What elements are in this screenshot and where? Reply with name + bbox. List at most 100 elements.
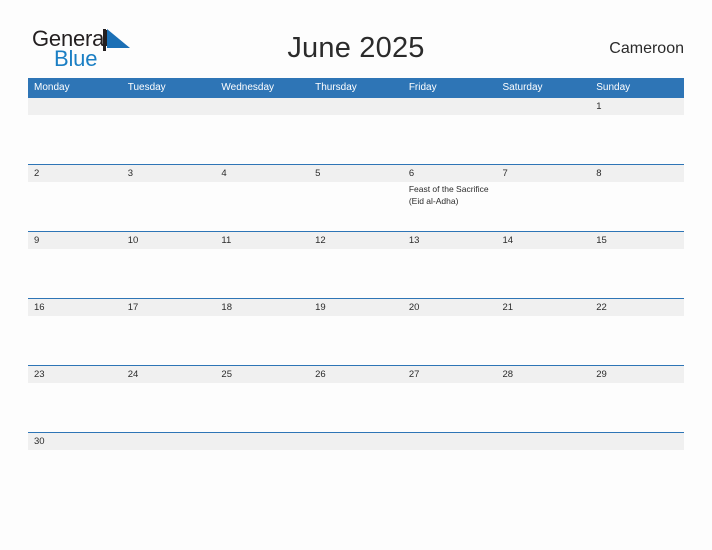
day-cell[interactable] bbox=[590, 433, 684, 499]
week-row: 16 17 18 19 20 21 22 bbox=[28, 298, 684, 365]
day-number: 7 bbox=[502, 168, 508, 179]
day-number bbox=[315, 98, 398, 115]
day-cell[interactable]: 17 bbox=[122, 299, 216, 365]
day-number: 13 bbox=[408, 235, 420, 246]
day-cell[interactable]: 16 bbox=[28, 299, 122, 365]
page-title: June 2025 bbox=[287, 32, 425, 64]
day-cell[interactable]: 19 bbox=[309, 299, 403, 365]
day-number: 17 bbox=[127, 302, 139, 313]
day-cell[interactable]: 9 bbox=[28, 232, 122, 298]
day-cell[interactable]: 11 bbox=[215, 232, 309, 298]
day-cell[interactable] bbox=[403, 98, 497, 164]
day-cell[interactable]: 23 bbox=[28, 366, 122, 432]
day-cell[interactable] bbox=[309, 433, 403, 499]
day-cell[interactable]: 5 bbox=[309, 165, 403, 231]
day-cell[interactable]: 27 bbox=[403, 366, 497, 432]
day-cell[interactable] bbox=[122, 98, 216, 164]
weekday-header-thursday: Thursday bbox=[315, 82, 357, 93]
day-number: 16 bbox=[34, 302, 45, 313]
day-cell-with-event[interactable]: 6 Feast of the Sacrifice (Eid al-Adha) bbox=[403, 165, 497, 231]
day-cell[interactable]: 10 bbox=[122, 232, 216, 298]
day-number bbox=[34, 98, 117, 115]
day-cell[interactable] bbox=[215, 98, 309, 164]
day-number bbox=[409, 433, 492, 450]
day-number: 28 bbox=[502, 369, 514, 380]
day-number: 2 bbox=[34, 168, 40, 179]
week-row: 9 10 11 12 13 14 15 bbox=[28, 231, 684, 298]
week-row: 30 bbox=[28, 432, 684, 499]
day-number: 8 bbox=[596, 168, 602, 179]
day-number: 27 bbox=[408, 369, 420, 380]
day-cell[interactable]: 26 bbox=[309, 366, 403, 432]
day-number bbox=[128, 433, 211, 450]
day-cell[interactable]: 21 bbox=[497, 299, 591, 365]
day-number: 14 bbox=[502, 235, 514, 246]
day-cell[interactable]: 15 bbox=[590, 232, 684, 298]
day-cell[interactable] bbox=[215, 433, 309, 499]
day-number bbox=[315, 433, 398, 450]
day-number: 26 bbox=[315, 369, 326, 380]
day-number: 3 bbox=[127, 168, 133, 179]
day-number: 25 bbox=[221, 369, 232, 380]
day-cell[interactable] bbox=[28, 98, 122, 164]
day-number: 15 bbox=[596, 235, 607, 246]
day-cell[interactable]: 30 bbox=[28, 433, 122, 499]
day-number: 6 bbox=[408, 168, 415, 179]
day-number: 5 bbox=[315, 168, 321, 179]
day-cell[interactable]: 24 bbox=[122, 366, 216, 432]
country-label: Cameroon bbox=[609, 40, 684, 57]
week-row: 1 bbox=[28, 97, 684, 164]
day-cell[interactable] bbox=[403, 433, 497, 499]
day-number: 11 bbox=[221, 235, 232, 246]
day-cell[interactable]: 7 bbox=[497, 165, 591, 231]
weekday-header-monday: Monday bbox=[34, 82, 70, 93]
day-number bbox=[503, 98, 586, 115]
day-cell[interactable]: 29 bbox=[590, 366, 684, 432]
weekday-header-friday: Friday bbox=[408, 82, 437, 93]
day-cell[interactable]: 22 bbox=[590, 299, 684, 365]
day-cell[interactable]: 28 bbox=[497, 366, 591, 432]
day-cell[interactable] bbox=[497, 98, 591, 164]
weekday-header-wednesday: Wednesday bbox=[221, 82, 275, 93]
day-number: 12 bbox=[315, 235, 326, 246]
day-number: 23 bbox=[34, 369, 45, 380]
week-row: 23 24 25 26 27 28 29 bbox=[28, 365, 684, 432]
day-number: 9 bbox=[34, 235, 40, 246]
day-number bbox=[503, 433, 586, 450]
weekday-header-row: Monday Tuesday Wednesday Thursday Friday… bbox=[28, 78, 684, 97]
day-number bbox=[221, 433, 304, 450]
day-number: 22 bbox=[596, 302, 607, 313]
day-cell[interactable]: 2 bbox=[28, 165, 122, 231]
day-cell[interactable]: 13 bbox=[403, 232, 497, 298]
day-cell[interactable]: 8 bbox=[590, 165, 684, 231]
day-cell[interactable]: 25 bbox=[215, 366, 309, 432]
day-number: 20 bbox=[408, 302, 420, 313]
day-cell[interactable]: 14 bbox=[497, 232, 591, 298]
day-number bbox=[409, 98, 492, 115]
calendar-grid: Monday Tuesday Wednesday Thursday Friday… bbox=[28, 78, 684, 499]
day-cell[interactable] bbox=[497, 433, 591, 499]
weekday-header-sunday: Sunday bbox=[596, 82, 631, 93]
day-event: Feast of the Sacrifice (Eid al-Adha) bbox=[408, 184, 489, 206]
day-number: 19 bbox=[315, 302, 326, 313]
day-cell[interactable]: 12 bbox=[309, 232, 403, 298]
day-cell[interactable]: 4 bbox=[215, 165, 309, 231]
day-cell[interactable] bbox=[309, 98, 403, 164]
week-row: 2 3 4 5 6 Feast of the Sacrifice (Eid al-… bbox=[28, 164, 684, 231]
day-number bbox=[128, 98, 211, 115]
day-cell[interactable]: 1 bbox=[590, 98, 684, 164]
day-number: 4 bbox=[221, 168, 227, 179]
day-cell[interactable] bbox=[122, 433, 216, 499]
day-number: 1 bbox=[596, 101, 602, 112]
day-number bbox=[221, 98, 304, 115]
weekday-header-tuesday: Tuesday bbox=[127, 82, 166, 93]
day-cell[interactable]: 3 bbox=[122, 165, 216, 231]
day-cell[interactable]: 18 bbox=[215, 299, 309, 365]
day-number: 29 bbox=[596, 369, 607, 380]
day-cell[interactable]: 20 bbox=[403, 299, 497, 365]
day-number: 21 bbox=[502, 302, 514, 313]
day-number: 18 bbox=[221, 302, 232, 313]
weekday-header-saturday: Saturday bbox=[502, 82, 543, 93]
page-header: General Blue June 2025 Cameroon bbox=[0, 0, 712, 70]
day-number: 30 bbox=[34, 436, 45, 447]
